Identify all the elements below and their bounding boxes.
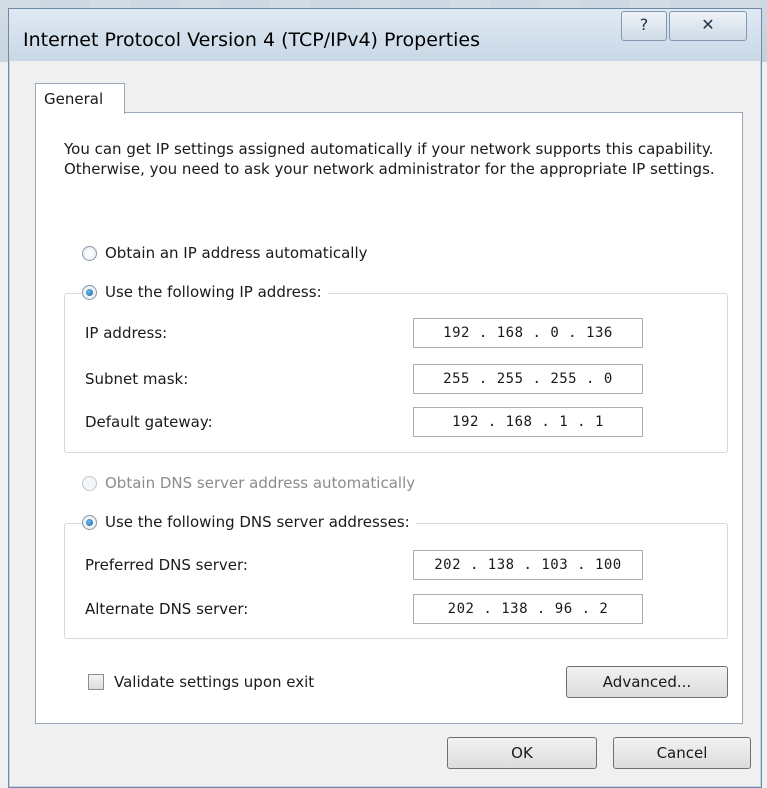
preferred-dns-row: Preferred DNS server: 202 . 138 . 103 . … [65,550,727,582]
dns-manual-radio[interactable] [82,514,97,530]
ok-button[interactable]: OK [447,737,597,769]
default-gateway-input[interactable]: 192 . 168 . 1 . 1 [413,407,643,437]
ip-address-group: IP address: 192 . 168 . 0 . 136 Subnet m… [64,293,728,453]
subnet-mask-label: Subnet mask: [85,370,189,388]
general-tab-panel: You can get IP settings assigned automat… [35,112,743,724]
description-text: You can get IP settings assigned automat… [64,140,715,178]
validate-option[interactable]: Validate settings upon exit [88,673,314,691]
alternate-dns-row: Alternate DNS server: 202 . 138 . 96 . 2 [65,594,727,626]
default-gateway-label: Default gateway: [85,413,213,431]
ip-manual-radio[interactable] [82,284,97,300]
tab-general[interactable]: General [35,83,125,114]
dns-auto-option: Obtain DNS server address automatically [82,474,422,492]
subnet-mask-row: Subnet mask: 255 . 255 . 255 . 0 [65,364,727,396]
ip-auto-label: Obtain an IP address automatically [105,244,368,262]
title-bar: Internet Protocol Version 4 (TCP/IPv4) P… [9,9,761,61]
close-button[interactable]: ✕ [669,11,747,41]
close-icon: ✕ [701,15,715,34]
dns-server-group: Preferred DNS server: 202 . 138 . 103 . … [64,523,728,639]
validate-label: Validate settings upon exit [114,673,315,691]
ip-address-row: IP address: 192 . 168 . 0 . 136 [65,318,727,350]
validate-checkbox[interactable] [88,674,104,690]
preferred-dns-input[interactable]: 202 . 138 . 103 . 100 [413,550,643,580]
ip-address-label: IP address: [85,324,168,342]
ip-manual-label: Use the following IP address: [105,283,322,301]
subnet-mask-input[interactable]: 255 . 255 . 255 . 0 [413,364,643,394]
dns-manual-option[interactable]: Use the following DNS server addresses: [82,513,416,531]
ipv4-properties-dialog: Internet Protocol Version 4 (TCP/IPv4) P… [8,8,762,788]
default-gateway-row: Default gateway: 192 . 168 . 1 . 1 [65,407,727,439]
advanced-button[interactable]: Advanced... [566,666,728,698]
help-button[interactable]: ? [621,11,667,41]
dns-auto-label: Obtain DNS server address automatically [105,474,416,492]
alternate-dns-label: Alternate DNS server: [85,600,249,618]
ip-address-input[interactable]: 192 . 168 . 0 . 136 [413,318,643,348]
dns-auto-radio [82,475,97,491]
dns-manual-label: Use the following DNS server addresses: [105,513,410,531]
cancel-button[interactable]: Cancel [613,737,751,769]
ip-auto-radio[interactable] [82,245,97,261]
dialog-title: Internet Protocol Version 4 (TCP/IPv4) P… [23,29,481,51]
preferred-dns-label: Preferred DNS server: [85,556,248,574]
ip-auto-option[interactable]: Obtain an IP address automatically [82,244,374,262]
alternate-dns-input[interactable]: 202 . 138 . 96 . 2 [413,594,643,624]
help-icon: ? [639,15,649,34]
ip-manual-option[interactable]: Use the following IP address: [82,283,328,301]
